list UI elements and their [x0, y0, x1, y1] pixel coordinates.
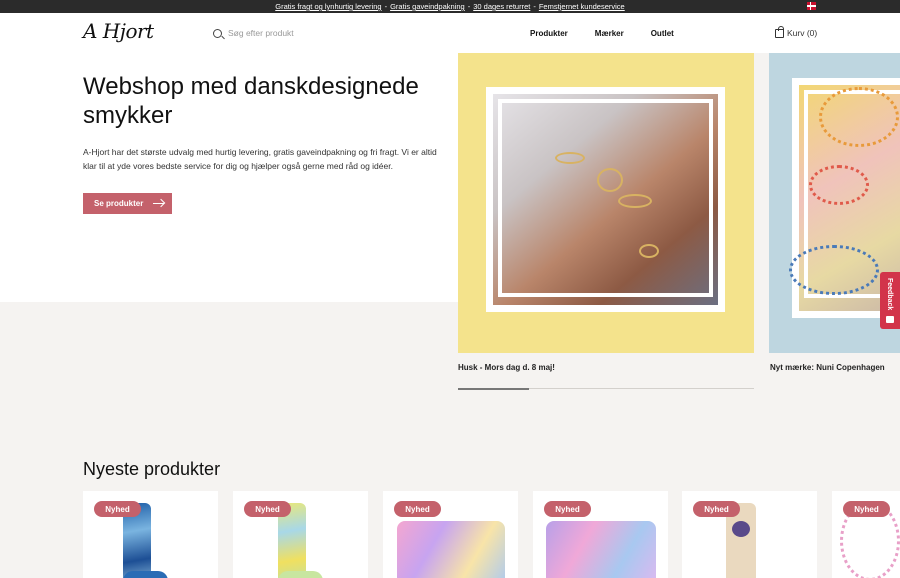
- ring-shape: [597, 168, 623, 192]
- new-badge: Nyhed: [693, 501, 740, 517]
- inner-frame: [498, 99, 713, 297]
- flag-denmark-icon[interactable]: [807, 2, 816, 10]
- search-bar[interactable]: Søg efter produkt: [213, 28, 294, 38]
- cart-label: Kurv (0): [787, 27, 818, 38]
- product-image: [397, 521, 505, 578]
- search-icon[interactable]: [213, 28, 222, 38]
- slider-progress[interactable]: [458, 387, 754, 390]
- hero-description: A-Hjort har det største udvalg med hurti…: [83, 147, 437, 171]
- chat-icon: [886, 316, 894, 323]
- product-card[interactable]: Nyhed: [383, 491, 518, 578]
- bracelet-shape: [809, 165, 869, 205]
- feedback-tab[interactable]: Feedback: [880, 272, 900, 329]
- site-header: A Hjort Søg efter produkt Produkter Mærk…: [0, 13, 900, 53]
- announcement-separator: -: [467, 2, 471, 11]
- main-nav: Produkter Mærker Outlet: [530, 29, 674, 38]
- nav-item-outlet[interactable]: Outlet: [651, 29, 674, 38]
- shopping-bag-icon: [775, 26, 784, 38]
- slide-caption[interactable]: Nyt mærke: Nuni Copenhagen: [770, 363, 885, 372]
- hero-title: Webshop med danskdesignede smykker: [83, 73, 419, 129]
- site-logo[interactable]: A Hjort: [83, 19, 154, 43]
- product-card[interactable]: Nyhed: [832, 491, 900, 578]
- announcement-link-shipping[interactable]: Gratis fragt og lynhurtig levering: [275, 2, 381, 11]
- bracelet-shape: [819, 87, 899, 147]
- announcement-separator: -: [384, 2, 388, 11]
- ring-shape: [555, 152, 585, 164]
- slider-progress-fill: [458, 387, 530, 390]
- new-badge: Nyhed: [94, 501, 141, 517]
- new-badge: Nyhed: [244, 501, 291, 517]
- product-image: [546, 521, 656, 578]
- newest-products-title: Nyeste produkter: [83, 459, 221, 479]
- product-card[interactable]: Nyhed: [83, 491, 218, 578]
- rings-on-hand-photo: [493, 94, 718, 305]
- product-image: [123, 571, 168, 578]
- product-image: [732, 521, 750, 537]
- ring-shape: [618, 194, 652, 208]
- announcement-link-giftwrap[interactable]: Gratis gaveindpakning: [390, 2, 465, 11]
- nav-item-produkter[interactable]: Produkter: [530, 29, 568, 38]
- cart-button[interactable]: Kurv (0): [775, 26, 818, 38]
- see-products-button[interactable]: Se produkter: [83, 193, 172, 214]
- product-image: [278, 571, 323, 578]
- ring-shape: [639, 244, 659, 258]
- announcement-separator: -: [533, 2, 536, 11]
- announcement-link-service[interactable]: Femstjernet kundeservice: [539, 2, 625, 11]
- product-card[interactable]: Nyhed: [533, 491, 668, 578]
- new-badge: Nyhed: [843, 501, 890, 517]
- product-card[interactable]: Nyhed: [682, 491, 817, 578]
- feedback-label: Feedback: [886, 278, 893, 311]
- arrow-right-icon: [153, 202, 165, 205]
- new-badge: Nyhed: [394, 501, 441, 517]
- bracelet-shape: [789, 245, 879, 295]
- product-card[interactable]: Nyhed: [233, 491, 368, 578]
- slide-image-frame: [486, 87, 725, 312]
- nav-item-maerker[interactable]: Mærker: [595, 29, 624, 38]
- slide-caption[interactable]: Husk - Mors dag d. 8 maj!: [458, 363, 555, 372]
- announcement-link-returns[interactable]: 30 dages returret: [473, 2, 530, 11]
- search-input[interactable]: Søg efter produkt: [228, 28, 294, 38]
- see-products-label: Se produkter: [94, 199, 144, 208]
- slide-mothers-day[interactable]: [458, 53, 754, 353]
- new-badge: Nyhed: [544, 501, 591, 517]
- announcement-bar: Gratis fragt og lynhurtig levering - Gra…: [0, 0, 900, 13]
